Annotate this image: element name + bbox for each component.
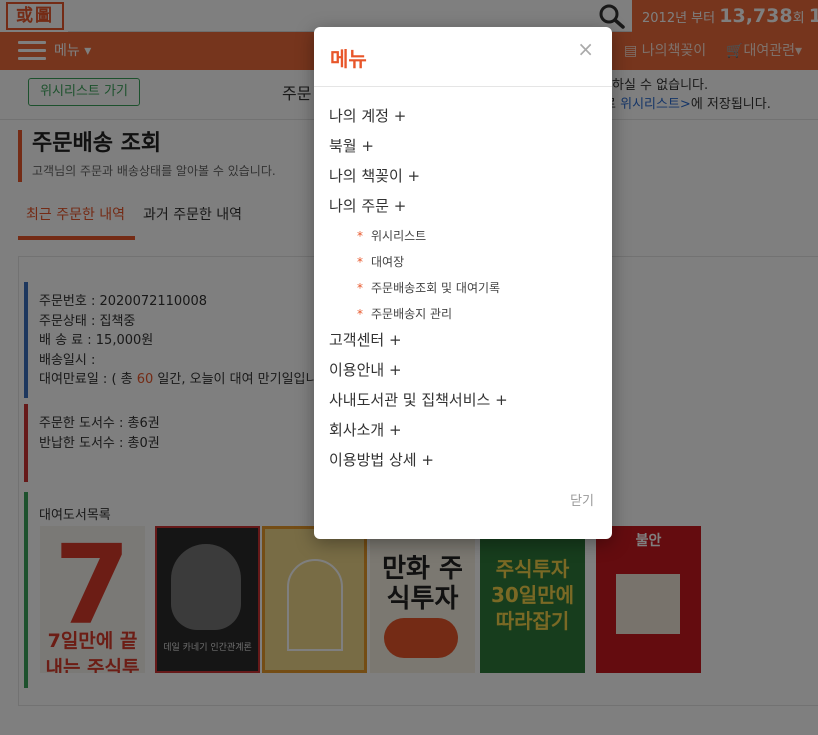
submenu-rental-ledger[interactable]: * 대여장	[357, 254, 404, 270]
submenu-rental-ledger-label: 대여장	[371, 255, 405, 269]
menu-item-guide[interactable]: 이용안내 +	[329, 360, 402, 380]
menu-item-about[interactable]: 회사소개 +	[329, 420, 402, 440]
menu-modal: 메뉴 × 나의 계정 + 북월 + 나의 책꽂이 + 나의 주문 + * 위시리스…	[314, 27, 612, 539]
menu-item-orders[interactable]: 나의 주문 +	[329, 196, 406, 216]
bullet-icon: *	[357, 307, 363, 321]
menu-item-howto[interactable]: 이용방법 상세 +	[329, 450, 434, 470]
bullet-icon: *	[357, 281, 363, 295]
modal-title: 메뉴	[330, 47, 367, 71]
menu-item-library[interactable]: 사내도서관 및 집책서비스 +	[329, 390, 508, 410]
bullet-icon: *	[357, 255, 363, 269]
submenu-order-tracking-label: 주문배송조회 및 대여기록	[371, 281, 501, 295]
menu-item-support[interactable]: 고객센터 +	[329, 330, 402, 350]
menu-item-monthly[interactable]: 북월 +	[329, 136, 374, 156]
submenu-address[interactable]: * 주문배송지 관리	[357, 306, 452, 322]
menu-item-bookshelf[interactable]: 나의 책꽂이 +	[329, 166, 420, 186]
modal-divider	[314, 86, 612, 87]
close-button[interactable]: 닫기	[570, 490, 594, 509]
submenu-address-label: 주문배송지 관리	[371, 307, 453, 321]
submenu-wishlist[interactable]: * 위시리스트	[357, 228, 426, 244]
submenu-order-tracking[interactable]: * 주문배송조회 및 대여기록	[357, 280, 500, 296]
bullet-icon: *	[357, 229, 363, 243]
menu-item-account[interactable]: 나의 계정 +	[329, 106, 406, 126]
submenu-wishlist-label: 위시리스트	[371, 229, 427, 243]
close-icon[interactable]: ×	[577, 39, 594, 59]
